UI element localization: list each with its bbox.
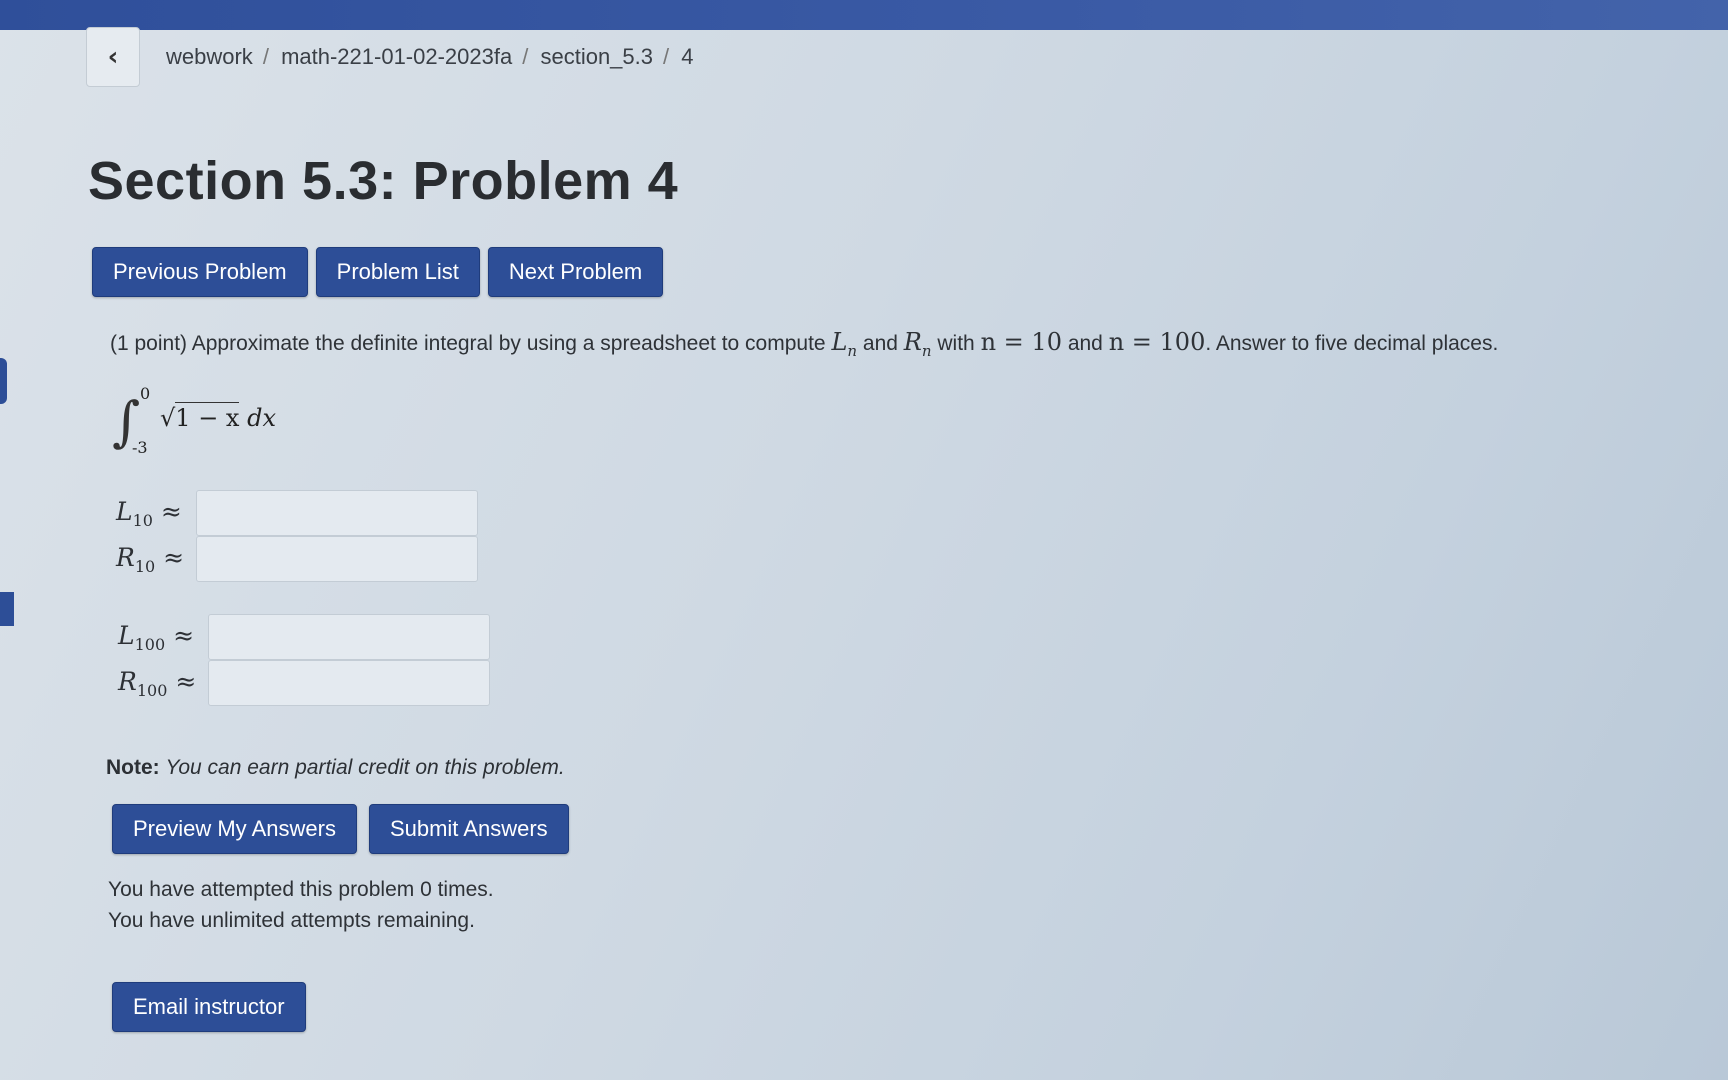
breadcrumb-item-problem: 4: [681, 44, 694, 69]
back-button[interactable]: ‹: [86, 27, 140, 87]
problem-list-button[interactable]: Problem List: [315, 247, 480, 297]
answer-row-R100: R100 ≈: [118, 660, 490, 706]
math-Rn: Rn: [903, 328, 932, 360]
problem-with: with: [937, 332, 975, 355]
answer-row-L100: L100 ≈: [118, 614, 490, 660]
top-banner: [0, 0, 1728, 30]
breadcrumb-separator: /: [663, 44, 670, 69]
integral-lower-limit: -3: [132, 438, 148, 457]
side-tab-indicator[interactable]: [0, 358, 7, 404]
breadcrumb-separator: /: [262, 44, 269, 69]
math-Ln: Ln: [831, 328, 858, 360]
answer-label-R100: R100 ≈: [118, 666, 197, 700]
breadcrumb-item-course[interactable]: math-221-01-02-2023fa: [281, 44, 512, 69]
problem-nav: Previous Problem Problem List Next Probl…: [92, 247, 664, 297]
previous-problem-button[interactable]: Previous Problem: [92, 247, 308, 297]
attempts-remaining: You have unlimited attempts remaining.: [108, 909, 475, 932]
breadcrumb-bar: ‹ webwork / math-221-01-02-2023fa / sectio…: [86, 27, 700, 87]
math-n100: n = 100: [1108, 328, 1206, 356]
email-instructor-wrap: Email instructor: [112, 982, 306, 1032]
chevron-left-icon: ‹: [107, 42, 119, 72]
answer-row-R10: R10 ≈: [116, 536, 478, 582]
answer-label-R10: R10 ≈: [116, 542, 185, 576]
answer-input-R100[interactable]: [208, 660, 490, 706]
page-title: Section 5.3: Problem 4: [88, 151, 679, 211]
radicand: 1 − x: [175, 402, 240, 432]
next-problem-button[interactable]: Next Problem: [487, 247, 664, 297]
breadcrumb: webwork / math-221-01-02-2023fa / section_…: [166, 44, 700, 70]
integral-upper-limit: 0: [140, 384, 151, 403]
answer-row-L10: L10 ≈: [116, 490, 478, 536]
answer-input-L100[interactable]: [208, 614, 490, 660]
note-label: Note:: [106, 756, 160, 779]
problem-and: and: [862, 332, 898, 355]
submit-answers-button[interactable]: Submit Answers: [368, 804, 569, 854]
partial-credit-note: Note: You can earn partial credit on thi…: [106, 756, 565, 780]
answer-input-L10[interactable]: [196, 490, 478, 536]
side-tab-indicator-2[interactable]: [0, 592, 14, 626]
differential: dx: [247, 404, 277, 432]
problem-and-2: and: [1067, 332, 1103, 355]
problem-prefix: (1 point) Approximate the definite integ…: [110, 332, 826, 355]
answer-actions: Preview My Answers Submit Answers: [112, 804, 569, 854]
email-instructor-button[interactable]: Email instructor: [112, 982, 306, 1032]
breadcrumb-separator: /: [522, 44, 529, 69]
note-text: You can earn partial credit on this prob…: [165, 756, 565, 779]
problem-statement: (1 point) Approximate the definite integ…: [110, 328, 1498, 360]
answer-input-R10[interactable]: [196, 536, 478, 582]
preview-answers-button[interactable]: Preview My Answers: [112, 804, 357, 854]
breadcrumb-item-section[interactable]: section_5.3: [540, 44, 653, 69]
breadcrumb-item-webwork[interactable]: webwork: [166, 44, 253, 69]
integrand: √1 − x dx: [160, 402, 277, 432]
math-n10: n = 10: [980, 328, 1062, 356]
answer-label-L10: L10 ≈: [116, 496, 182, 530]
answer-label-L100: L100 ≈: [118, 620, 195, 654]
attempts-info: You have attempted this problem 0 times.…: [108, 874, 494, 936]
problem-suffix: . Answer to five decimal places.: [1205, 332, 1499, 355]
attempts-count: You have attempted this problem 0 times.: [108, 878, 494, 901]
